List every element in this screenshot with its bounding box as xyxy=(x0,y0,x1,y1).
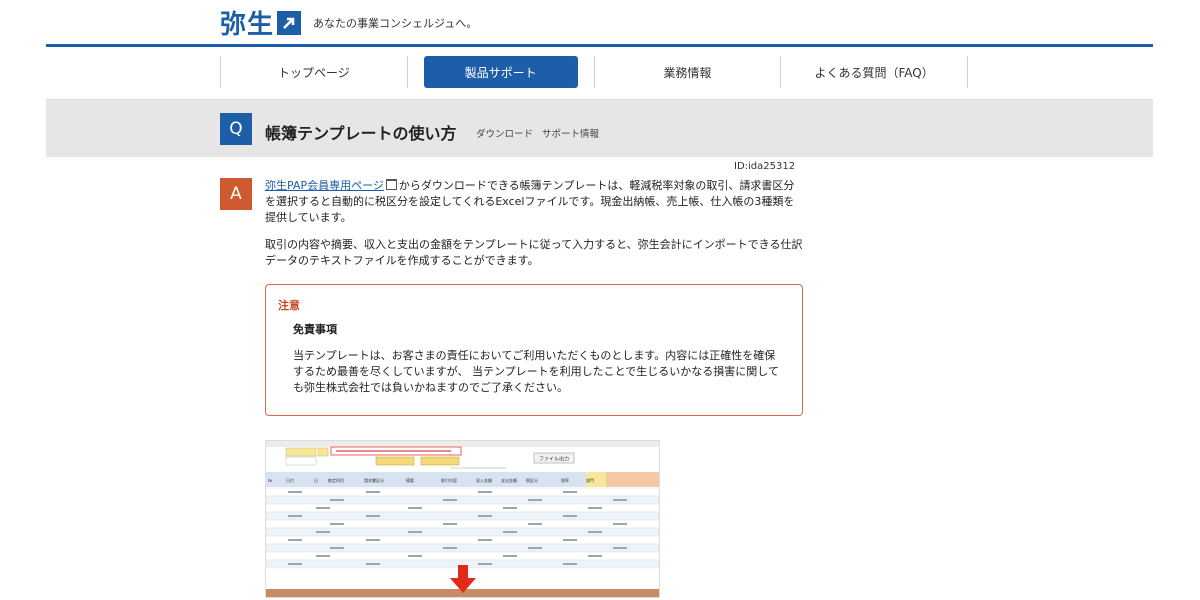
spreadsheet-cell-text xyxy=(330,523,344,525)
spreadsheet-cell-text xyxy=(503,531,517,533)
spreadsheet-cell-text xyxy=(563,539,577,541)
arrow-up-right-icon xyxy=(277,10,302,35)
spreadsheet-row xyxy=(266,487,659,497)
spreadsheet-cell-text xyxy=(613,547,627,549)
nav-label: 業務情報 xyxy=(663,65,712,80)
page-frame: 弥生 あなたの事業コンシェルジュへ。 トップページ 製品サポート 業務情報 よく… xyxy=(46,0,1153,600)
spreadsheet-cell-text xyxy=(408,531,422,533)
file-output-button-label: ファイル出力 xyxy=(539,456,569,463)
spreadsheet-row xyxy=(266,519,659,529)
spreadsheet-cell-text xyxy=(588,507,602,509)
nav-top-page[interactable]: トップページ xyxy=(220,56,408,88)
nav-business-info[interactable]: 業務情報 xyxy=(595,56,782,88)
spreadsheet-cell-text xyxy=(288,491,302,493)
spreadsheet-cell-text xyxy=(443,523,457,525)
answer-paragraph-1: 弥生PAP会員専用ページ からダウンロードできる帳簿テンプレートは、軽減税率対象の… xyxy=(265,178,805,226)
spreadsheet-cell-text xyxy=(588,531,602,533)
spreadsheet-cell-text xyxy=(330,547,344,549)
spreadsheet-cell-text xyxy=(563,491,577,493)
spreadsheet-cell-text xyxy=(478,539,492,541)
spreadsheet-row xyxy=(266,535,659,545)
spreadsheet-row xyxy=(266,543,659,553)
spreadsheet-screenshot: ファイル出力 № 日付 日 勘定科目 請求書区分 摘要 取引内容 収入金額 支出金額 税区分 税率 部… xyxy=(265,440,660,598)
spreadsheet-cell-text xyxy=(408,555,422,557)
nav-faq[interactable]: よくある質問（FAQ） xyxy=(781,56,968,88)
spreadsheet-header-cell: 日 xyxy=(314,478,318,483)
spreadsheet-cell-text xyxy=(316,507,330,509)
spreadsheet-cell-text xyxy=(528,523,542,525)
spreadsheet-cell-text xyxy=(288,515,302,517)
notice-title: 注意 xyxy=(278,299,300,312)
spreadsheet-cell-text xyxy=(478,563,492,565)
page-title: 帳簿テンプレートの使い方 xyxy=(265,124,457,143)
yayoi-logo[interactable]: 弥生 あなたの事業コンシェルジュへ。 xyxy=(220,4,477,41)
question-tags: ダウンロード サポート情報 xyxy=(476,126,605,140)
spreadsheet-cell-text xyxy=(478,491,492,493)
spreadsheet-cell-text xyxy=(443,547,457,549)
spreadsheet-header-cell: 摘要 xyxy=(406,477,414,483)
document-id: ID:ida25312 xyxy=(734,161,796,172)
pap-member-link[interactable]: 弥生PAP会員専用ページ xyxy=(265,179,384,192)
nav-label: トップページ xyxy=(277,65,350,80)
external-window-icon xyxy=(385,179,397,190)
spreadsheet-header-cell: 部門 xyxy=(586,477,594,483)
notice-text: 当テンプレートは、お客さまの責任においてご利用いただくものとします。内容には正確… xyxy=(293,349,779,394)
tag-download[interactable]: ダウンロード xyxy=(476,129,533,140)
question-icon: Q xyxy=(220,113,252,145)
spreadsheet-header-cell: № xyxy=(268,478,272,483)
spreadsheet-cell-text xyxy=(503,507,517,509)
spreadsheet-cell-text xyxy=(288,539,302,541)
spreadsheet-row xyxy=(266,511,659,521)
answer-paragraph-2: 取引の内容や摘要、収入と支出の金額をテンプレートに従って入力すると、弥生会計にイ… xyxy=(265,238,803,267)
spreadsheet-cell-text xyxy=(288,563,302,565)
spreadsheet-header-cell: 日付 xyxy=(286,477,294,483)
spreadsheet-cell-text xyxy=(528,547,542,549)
answer-icon: A xyxy=(220,178,252,210)
spreadsheet-cell-text xyxy=(316,555,330,557)
nav-label: よくある質問（FAQ） xyxy=(814,65,934,80)
tag-support-info[interactable]: サポート情報 xyxy=(542,129,599,140)
spreadsheet-cell-text xyxy=(588,555,602,557)
notice-subtitle: 免責事項 xyxy=(293,323,337,336)
spreadsheet-cell-text xyxy=(366,515,380,517)
spreadsheet-header-cell: 収入金額 xyxy=(476,477,492,483)
spreadsheet-header-cell: 税率 xyxy=(561,477,569,483)
spreadsheet-cell-text xyxy=(613,523,627,525)
spreadsheet-image: ファイル出力 № 日付 日 勘定科目 請求書区分 摘要 取引内容 収入金額 支出金額 税区分 税率 部… xyxy=(266,441,659,597)
nav-label: 製品サポート xyxy=(464,65,537,80)
tagline: あなたの事業コンシェルジュへ。 xyxy=(313,16,478,30)
spreadsheet-cell-text xyxy=(613,499,627,501)
site-header: 弥生 あなたの事業コンシェルジュへ。 xyxy=(46,0,1153,47)
spreadsheet-cell-text xyxy=(563,515,577,517)
spreadsheet-cell-text xyxy=(503,555,517,557)
spreadsheet-cell-text xyxy=(316,531,330,533)
nav-product-support[interactable]: 製品サポート xyxy=(408,56,595,88)
spreadsheet-row xyxy=(266,495,659,505)
logo-text: 弥生 xyxy=(220,10,275,40)
notice-box: 注意 免責事項 当テンプレートは、お客さまの責任においてご利用いただくものとしま… xyxy=(265,284,803,416)
spreadsheet-cell-text xyxy=(366,539,380,541)
spreadsheet-cell-text xyxy=(443,499,457,501)
spreadsheet-header-cell: 勘定科目 xyxy=(328,477,344,483)
spreadsheet-cell-text xyxy=(563,563,577,565)
main-nav: トップページ 製品サポート 業務情報 よくある質問（FAQ） xyxy=(220,56,968,88)
spreadsheet-cell-text xyxy=(366,491,380,493)
spreadsheet-cell-text xyxy=(478,515,492,517)
spreadsheet-header-cell: 支出金額 xyxy=(501,477,517,483)
spreadsheet-header-cell: 税区分 xyxy=(526,477,538,483)
spreadsheet-cell-text xyxy=(366,563,380,565)
spreadsheet-header-cell: 取引内容 xyxy=(441,477,457,483)
spreadsheet-cell-text xyxy=(330,499,344,501)
spreadsheet-cell-text xyxy=(528,499,542,501)
spreadsheet-cell-text xyxy=(408,507,422,509)
spreadsheet-header-cell: 請求書区分 xyxy=(364,477,384,483)
